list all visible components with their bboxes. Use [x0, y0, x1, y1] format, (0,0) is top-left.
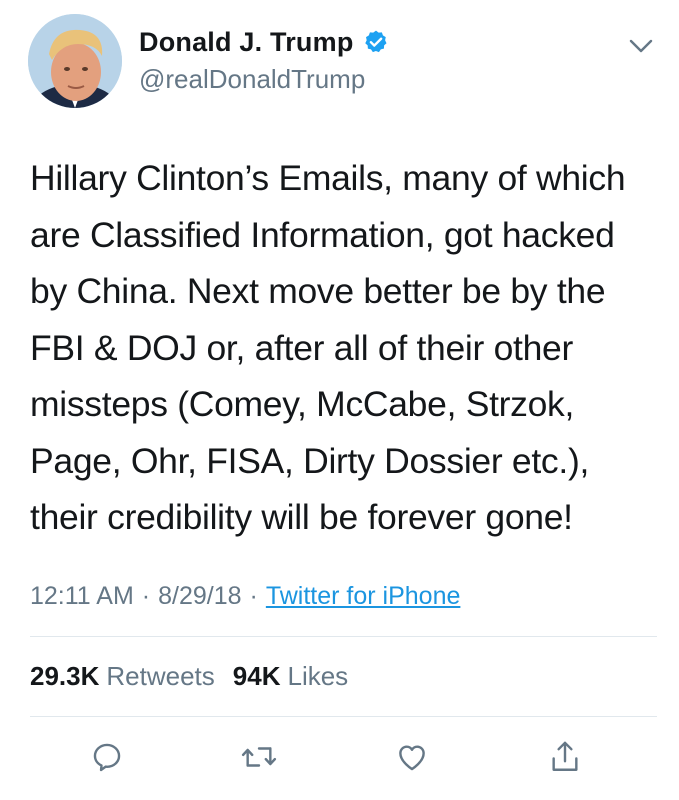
chevron-down-icon [629, 39, 653, 53]
author-block[interactable]: Donald J. Trump @realDonaldTrump [139, 26, 389, 95]
heart-icon [399, 745, 425, 771]
likes-stat[interactable]: 94K Likes [233, 661, 348, 692]
retweets-label: Retweets [106, 660, 215, 691]
more-options-button[interactable] [627, 36, 655, 56]
share-button[interactable] [543, 735, 587, 779]
tweet-text: Hillary Clinton’s Emails, many of which … [30, 158, 626, 537]
divider [30, 716, 657, 717]
likes-count: 94K [232, 660, 281, 691]
share-icon [552, 741, 578, 771]
meta-separator: · [249, 581, 258, 610]
tweet-time: 12:11 AM [30, 581, 134, 610]
meta-separator: · [141, 581, 151, 610]
retweets-stat[interactable]: 29.3K Retweets [30, 661, 215, 692]
likes-label: Likes [287, 660, 349, 691]
reply-button[interactable] [85, 735, 129, 779]
avatar[interactable] [28, 14, 122, 108]
tweet-source-link[interactable]: Twitter for iPhone [266, 582, 461, 611]
verified-badge-icon [364, 30, 387, 53]
avatar-image [28, 14, 122, 108]
tweet-metadata: 12:11 AM · 8/29/18 · Twitter for iPhone [30, 578, 460, 614]
tweet-stats: 29.3K Retweets 94K Likes [30, 658, 366, 694]
divider [30, 636, 657, 637]
reply-icon [93, 743, 121, 772]
author-name[interactable]: Donald J. Trump [139, 27, 354, 58]
action-bar [0, 735, 679, 785]
tweet-date[interactable]: 8/29/18 [158, 582, 241, 611]
like-button[interactable] [390, 735, 434, 779]
retweets-count: 29.3K [30, 660, 100, 691]
author-handle[interactable]: @realDonaldTrump [139, 64, 389, 95]
retweet-icon [241, 747, 277, 767]
retweet-button[interactable] [237, 735, 281, 779]
